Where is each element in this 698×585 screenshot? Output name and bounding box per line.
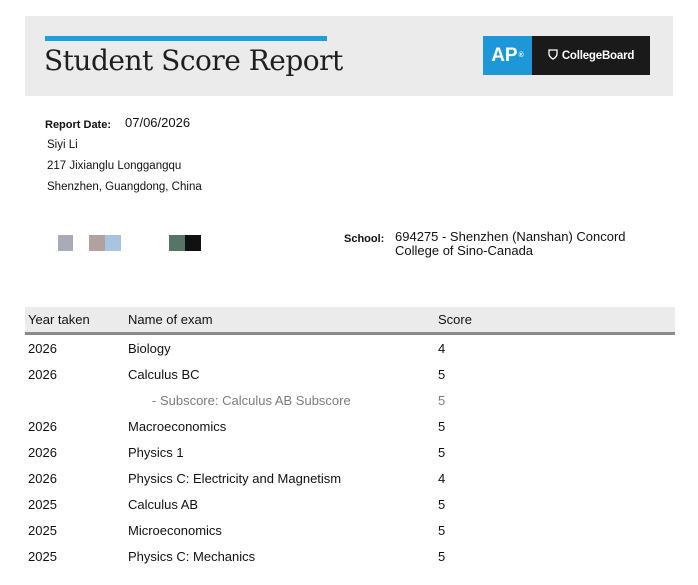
scores-table: Year taken Name of exam Score 2026 Biolo… [25,307,675,569]
exam-cell: Macroeconomics [128,418,227,434]
report-date-label: Report Date: [45,119,112,131]
school-value: 694275 - Shenzhen (Nanshan) Concord Coll… [395,229,626,258]
ap-logo-text: AP [491,44,518,66]
table-row: 2026 Physics C: Electricity and Magnetis… [25,465,675,491]
table-row: 2026 Macroeconomics 5 [25,413,675,439]
redacted-block [185,235,201,251]
score-cell: 5 [438,522,446,538]
collegeboard-logo: CollegeBoard [532,36,650,75]
score-cell: 5 [438,548,446,564]
address-line-1: 217 Jixianglu Longgangqu [47,160,182,172]
school-label: School: [344,233,385,245]
ap-collegeboard-logo: AP ® CollegeBoard [483,36,650,75]
title-accent-rule [45,36,327,41]
address-line-2: Shenzhen, Guangdong, China [47,181,202,193]
score-cell: 4 [438,340,446,356]
score-cell: 5 [438,418,446,434]
ap-logo: AP ® [483,36,532,75]
table-row: 2026 Physics 1 5 [25,439,675,465]
exam-cell: Calculus AB [128,496,199,512]
column-header-score: Score [438,307,675,335]
redacted-block [105,235,121,251]
table-row: 2026 Biology 4 [25,334,675,362]
column-header-year: Year taken [25,307,128,335]
score-cell: 5 [438,444,446,460]
score-cell: 5 [438,366,446,382]
table-header-row: Year taken Name of exam Score [25,307,675,335]
page-title: Student Score Report [44,44,343,77]
year-cell: 2025 [28,496,57,512]
exam-cell: Physics C: Electricity and Magnetism [128,470,342,486]
table-row: 2025 Microeconomics 5 [25,517,675,543]
acorn-icon [548,48,558,63]
year-cell: 2026 [28,340,57,356]
exam-cell: Physics 1 [128,444,184,460]
score-cell: 5 [438,496,446,512]
exam-cell: Physics C: Mechanics [128,548,256,564]
exam-cell: Microeconomics [128,522,222,538]
exam-cell: Calculus BC [128,366,200,382]
redacted-block [58,235,73,251]
table-row: 2025 Physics C: Mechanics 5 [25,543,675,569]
table-row: 2026 Calculus BC 5 [25,361,675,387]
year-cell: 2026 [28,444,57,460]
subscore-row: - Subscore: Calculus AB Subscore 5 [25,387,675,413]
report-date-value: 07/06/2026 [125,115,191,130]
redacted-block [169,235,185,251]
year-cell: 2026 [28,470,57,486]
exam-cell: Biology [128,340,171,356]
column-header-exam: Name of exam [128,307,438,335]
redacted-block [89,235,105,251]
score-cell: 5 [438,392,446,408]
year-cell: 2025 [28,548,57,564]
year-cell: 2026 [28,418,57,434]
table-row: 2025 Calculus AB 5 [25,491,675,517]
year-cell [25,387,128,413]
student-name: Siyi Li [47,139,78,151]
collegeboard-logo-text: CollegeBoard [561,49,635,62]
year-cell: 2025 [28,522,57,538]
score-cell: 4 [438,470,446,486]
year-cell: 2026 [28,366,57,382]
exam-cell: - Subscore: Calculus AB Subscore [152,392,351,408]
